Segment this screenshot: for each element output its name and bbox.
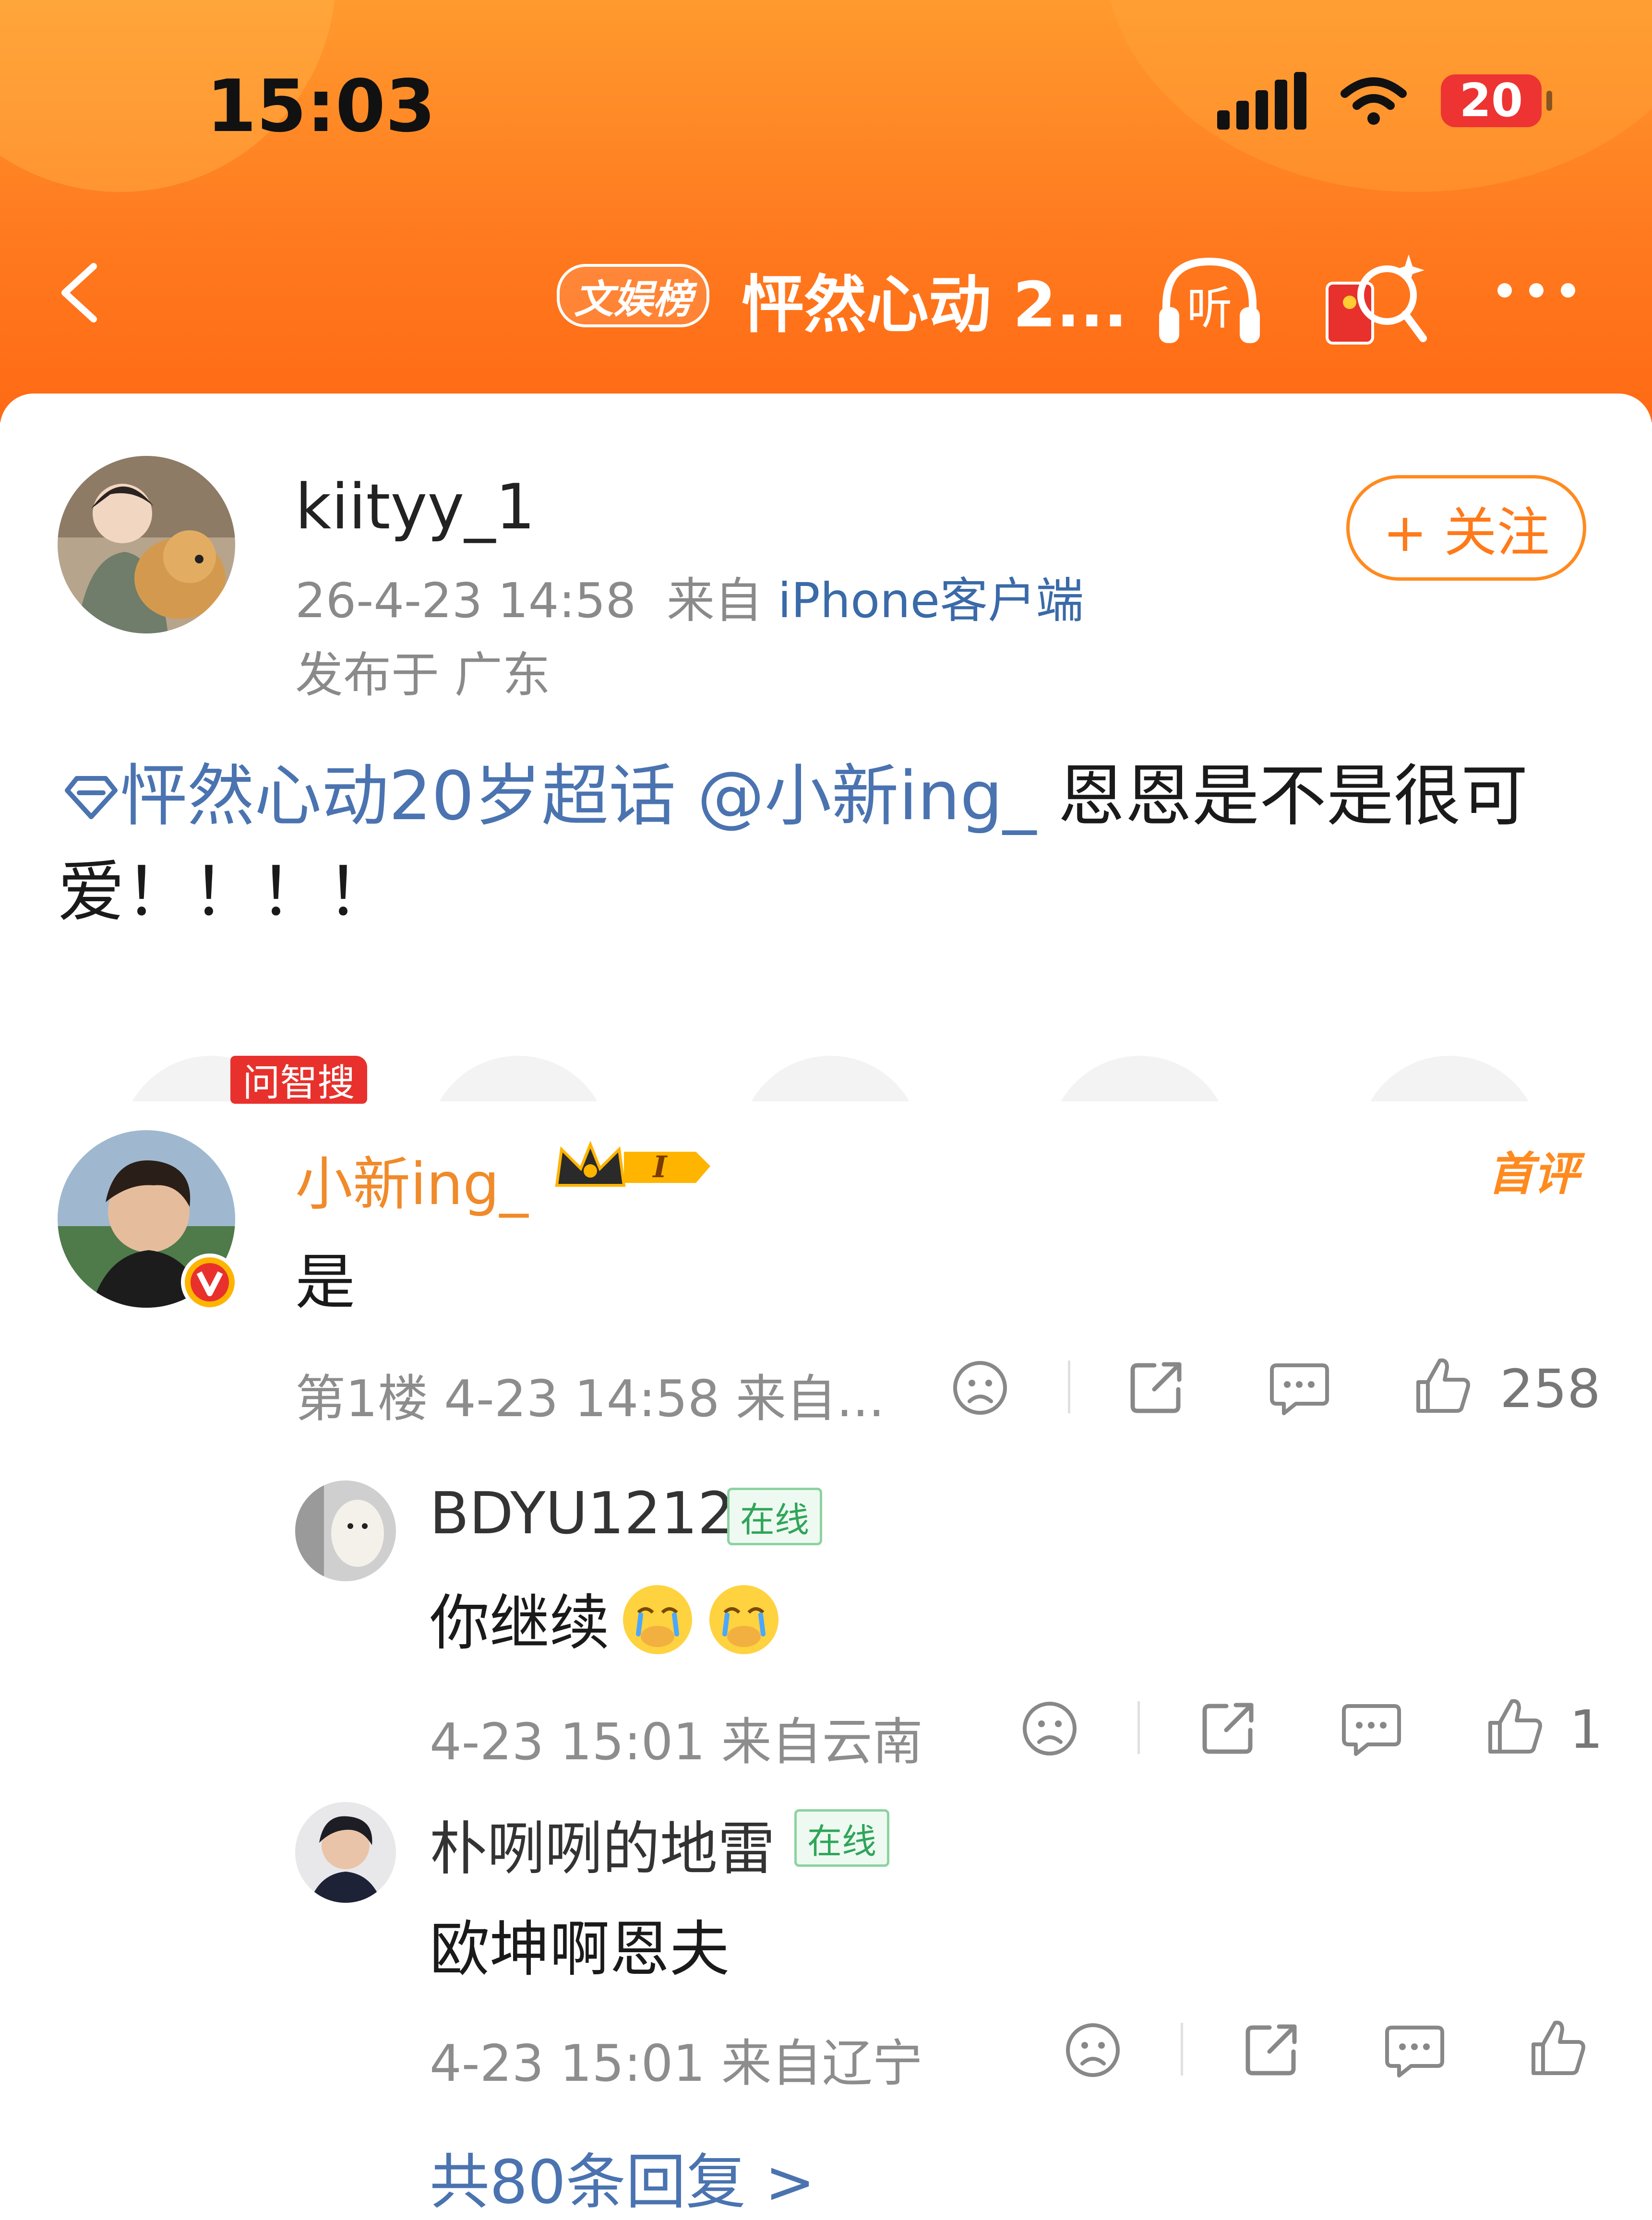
view-all-replies-link[interactable]: 共80条回复 > — [430, 2133, 815, 2220]
reply-bubble-icon[interactable] — [1382, 2020, 1447, 2080]
super-topic-diamond-icon — [65, 776, 118, 819]
mention-link[interactable]: @小新ing_ — [697, 757, 1037, 835]
dislike-face-icon[interactable] — [950, 1358, 1010, 1418]
follow-button[interactable]: + 关注 — [1346, 475, 1586, 581]
like-thumb-icon[interactable] — [1526, 2016, 1589, 2078]
verified-v-icon — [181, 1253, 239, 1311]
super-topic-link[interactable]: 怦然心动20岁超话 — [120, 757, 676, 835]
status-icons: 20 — [1217, 72, 1552, 130]
crying-emoji-icon — [623, 1585, 692, 1654]
entertainment-rank-badge[interactable]: 文娱榜 — [557, 264, 709, 327]
battery-indicator: 20 — [1441, 74, 1552, 127]
like-thumb-icon[interactable] — [1483, 1694, 1545, 1756]
signal-icon — [1217, 72, 1306, 130]
listen-label: 听 — [1186, 282, 1232, 335]
reply-author-name[interactable]: 朴咧咧的地雷 — [430, 1802, 775, 1886]
nav-bar: 文娱榜 怦然心动 2... 听 — [0, 226, 1652, 370]
first-comment-badge: 首评 — [1488, 1148, 1580, 1201]
like-thumb-icon[interactable] — [1411, 1353, 1473, 1416]
reply-text: 欧坤啊恩夫 — [430, 1915, 730, 1984]
like-count: 258 — [1500, 1358, 1601, 1420]
reply-avatar[interactable] — [295, 1480, 396, 1581]
reply-meta: 4-23 15:01 来自云南 — [430, 1713, 923, 1771]
post-location: 发布于 广东 — [295, 647, 551, 703]
listen-headphone-icon[interactable]: 听 — [1152, 252, 1267, 348]
red-packet-search-icon[interactable] — [1325, 250, 1430, 350]
online-badge: 在线 — [727, 1488, 823, 1545]
post-text: 怦然心动20岁超话 @小新ing_ 恩恩是不是很可爱！！！！ — [58, 749, 1593, 941]
commenter-name[interactable]: 小新ing_ — [295, 1137, 528, 1221]
status-time: 15:03 — [206, 65, 436, 148]
back-arrow-icon[interactable] — [48, 259, 115, 326]
wifi-icon — [1341, 77, 1407, 125]
reply-author-name[interactable]: BDYU1212 — [430, 1480, 734, 1547]
reply-bubble-icon[interactable] — [1267, 1358, 1332, 1418]
reply-bubble-icon[interactable] — [1339, 1699, 1404, 1759]
crying-emoji-icon — [709, 1585, 778, 1654]
vip-crown-badge-icon: I — [555, 1140, 710, 1187]
reply-text: 你继续 — [430, 1574, 782, 1661]
post-meta: 26-4-23 14:58 来自 iPhone客户端 — [295, 561, 1084, 631]
dislike-face-icon[interactable] — [1020, 1699, 1080, 1759]
online-badge: 在线 — [794, 1809, 890, 1867]
post-time: 26-4-23 14:58 — [295, 573, 636, 629]
author-name[interactable]: kiityy_1 — [295, 470, 535, 543]
reply-meta: 4-23 15:01 来自辽宁 — [430, 2034, 923, 2093]
share-icon[interactable] — [1241, 2018, 1303, 2080]
source-prefix: 来自 — [666, 573, 763, 629]
reply-avatar[interactable] — [295, 1802, 396, 1903]
comment-text: 是 — [295, 1248, 355, 1317]
more-options-icon[interactable] — [1497, 283, 1575, 298]
author-avatar[interactable] — [58, 456, 235, 633]
vip-level: I — [652, 1149, 668, 1184]
ai-search-badge[interactable]: 问智搜 — [230, 1056, 367, 1105]
share-icon[interactable] — [1125, 1356, 1188, 1418]
source-client[interactable]: iPhone客户端 — [778, 573, 1084, 629]
post-card — [0, 394, 1652, 2203]
reply-text-content: 你继续 — [430, 1588, 610, 1658]
dislike-face-icon[interactable] — [1063, 2020, 1123, 2080]
share-icon[interactable] — [1197, 1696, 1260, 1759]
comment-meta: 第1楼 4-23 14:58 来自... — [295, 1370, 885, 1428]
nav-title: 怦然心动 2... — [742, 268, 1127, 341]
reply-like-count: 1 — [1569, 1699, 1603, 1760]
